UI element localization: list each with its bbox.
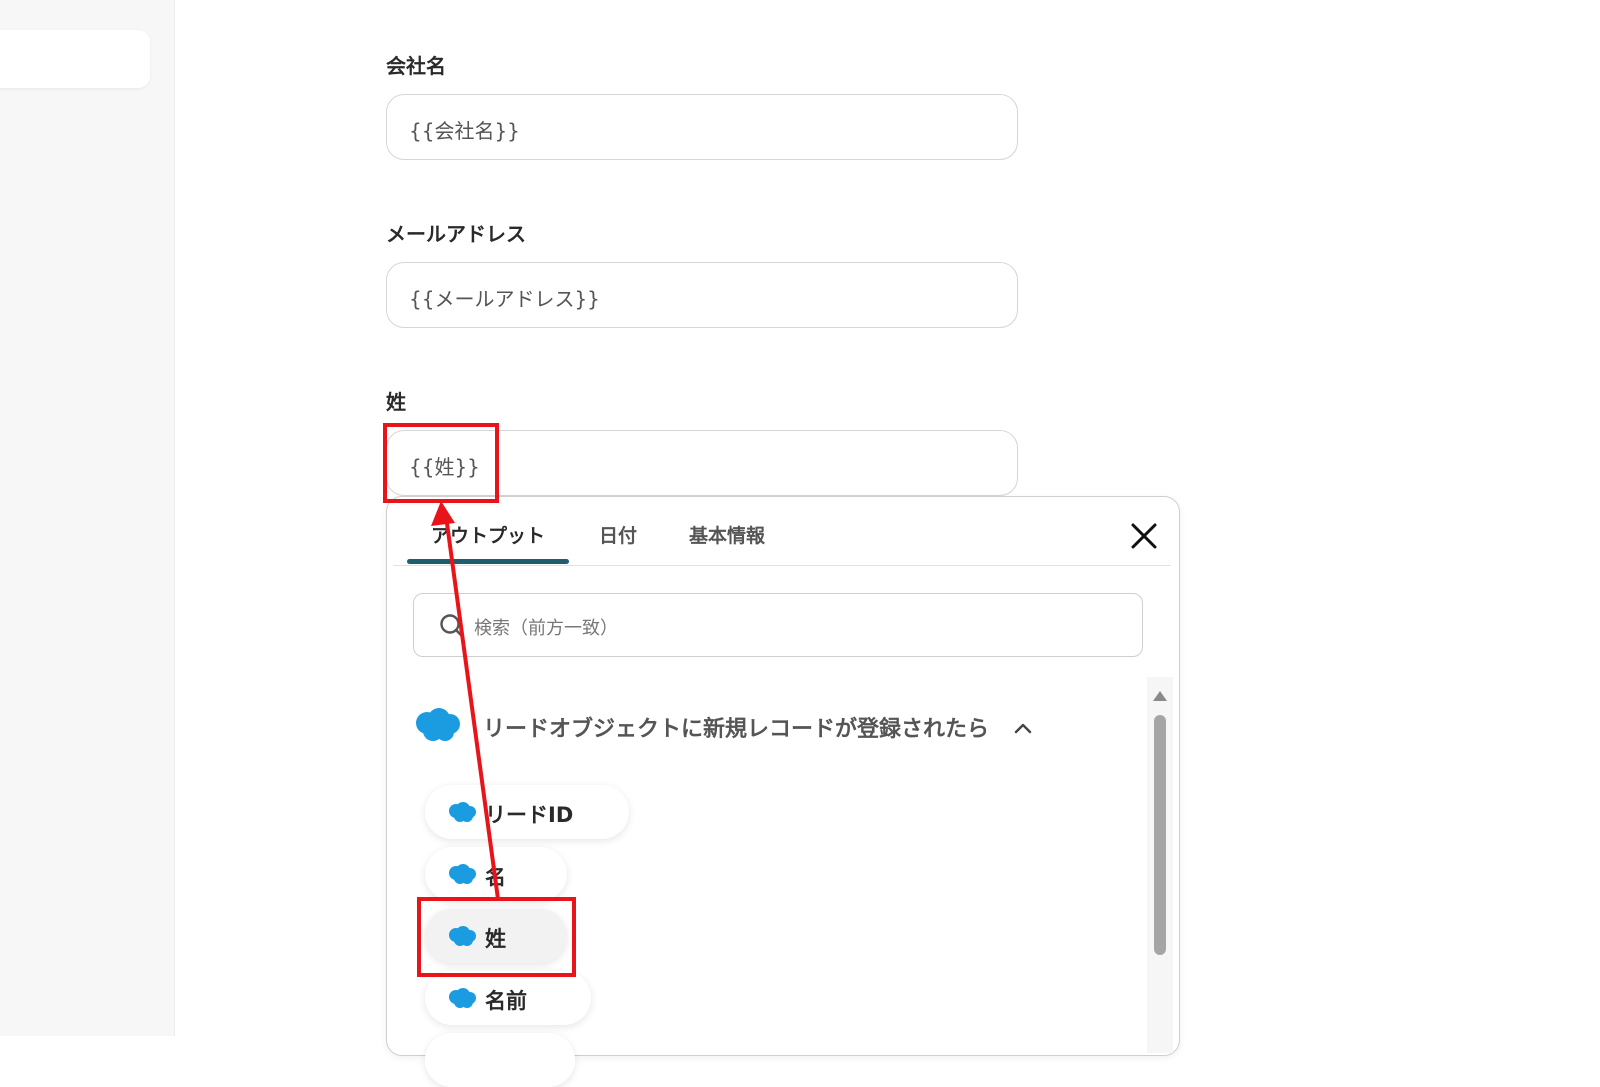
close-icon xyxy=(1131,523,1157,549)
email-field[interactable]: {{メールアドレス}} xyxy=(386,262,1018,328)
chip-next-partial[interactable] xyxy=(425,1033,575,1087)
group-title: リードオブジェクトに新規レコードが登録されたら xyxy=(483,717,990,742)
scroll-thumb[interactable] xyxy=(1154,715,1166,955)
chip-full-name[interactable]: 名前 xyxy=(425,971,591,1025)
salesforce-cloud-icon xyxy=(449,988,476,1008)
salesforce-cloud-icon xyxy=(449,926,476,946)
email-label: メールアドレス xyxy=(386,222,526,246)
scroll-up-arrow-icon[interactable] xyxy=(1153,691,1167,701)
chip-label: 名 xyxy=(485,865,506,889)
salesforce-cloud-icon xyxy=(449,864,476,884)
search-placeholder: 検索（前方一致） xyxy=(474,618,618,639)
search-input[interactable]: 検索（前方一致） xyxy=(413,593,1143,657)
chip-label: リードID xyxy=(485,803,574,827)
sidebar xyxy=(0,0,175,1036)
search-icon xyxy=(440,614,465,639)
tab-divider xyxy=(393,565,1171,566)
email-value: {{メールアドレス}} xyxy=(409,287,600,311)
group-header-lead-new-record[interactable]: リードオブジェクトに新規レコードが登録されたら xyxy=(413,703,1053,749)
last-name-field[interactable]: {{姓}} xyxy=(386,430,1018,496)
company-value: {{会社名}} xyxy=(409,119,520,143)
last-name-value: {{姓}} xyxy=(409,455,480,479)
close-button[interactable] xyxy=(1127,519,1161,553)
sidebar-card[interactable] xyxy=(0,30,150,88)
tab-date[interactable]: 日付 xyxy=(599,521,637,548)
last-name-label: 姓 xyxy=(386,390,406,414)
active-tab-indicator xyxy=(407,559,569,564)
chevron-up-icon[interactable] xyxy=(1013,721,1033,735)
tab-basic-info[interactable]: 基本情報 xyxy=(689,521,765,548)
salesforce-cloud-icon xyxy=(449,802,476,822)
chip-label: 名前 xyxy=(485,989,527,1013)
chip-last-name[interactable]: 姓 xyxy=(425,909,567,963)
company-label: 会社名 xyxy=(386,54,446,78)
tab-output[interactable]: アウトプット xyxy=(431,521,545,548)
salesforce-cloud-icon xyxy=(416,708,460,741)
scrollbar[interactable] xyxy=(1147,677,1173,1053)
chip-lead-id[interactable]: リードID xyxy=(425,785,629,839)
chip-label: 姓 xyxy=(485,927,506,951)
chip-first-name[interactable]: 名 xyxy=(425,847,567,901)
output-picker-popup: アウトプット 日付 基本情報 検索（前方一致） リードオブジェクトに新規レコード… xyxy=(386,496,1180,1087)
company-field[interactable]: {{会社名}} xyxy=(386,94,1018,160)
